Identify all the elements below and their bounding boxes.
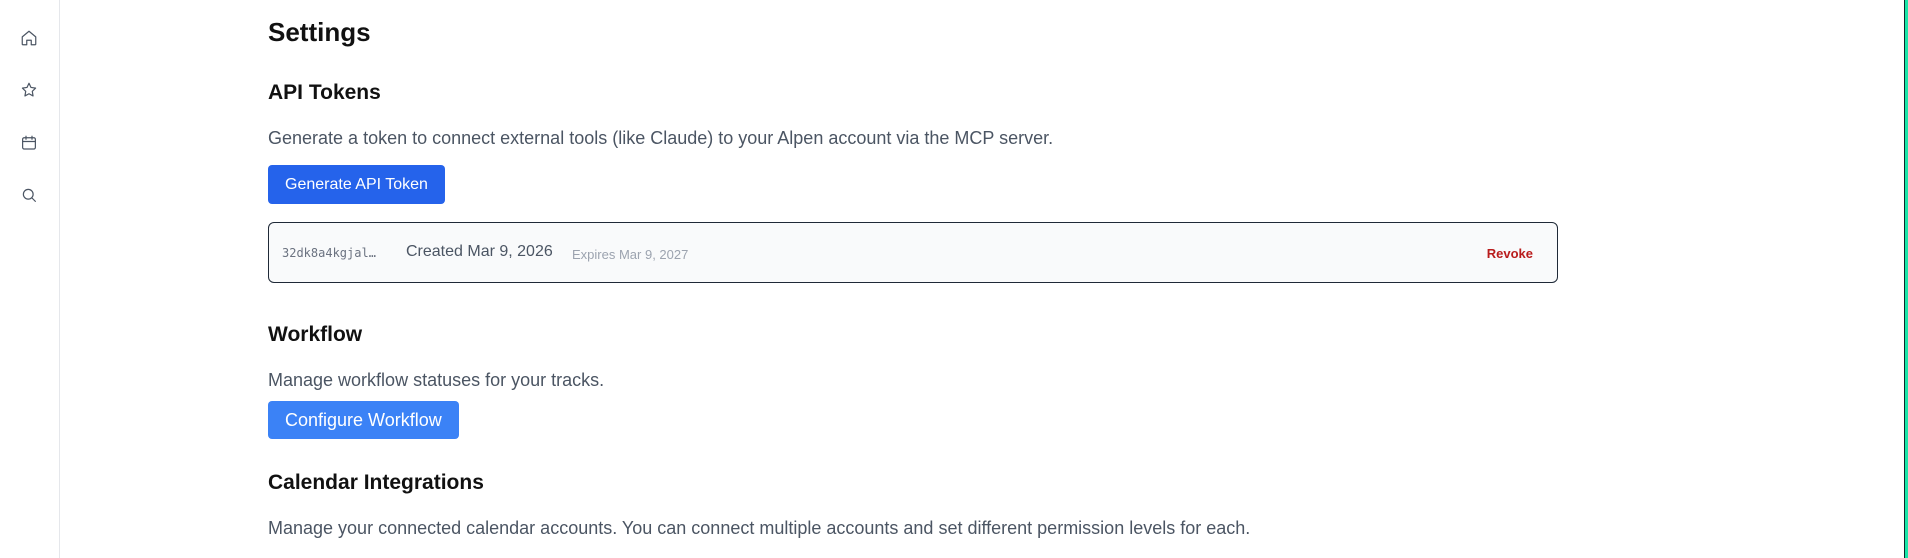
workflow-heading: Workflow [268, 323, 363, 346]
search-icon[interactable] [20, 186, 38, 204]
api-token-row: 32dk8a4kgjal… Created Mar 9, 2026 Expire… [268, 222, 1558, 283]
home-icon[interactable] [20, 29, 38, 47]
window-edge-accent [1904, 0, 1908, 558]
app-window: Settings API Tokens Generate a token to … [0, 0, 1908, 558]
token-id: 32dk8a4kgjal… [282, 246, 376, 260]
api-tokens-description: Generate a token to connect external too… [268, 128, 1054, 148]
workflow-description: Manage workflow statuses for your tracks… [268, 370, 605, 390]
sidebar [0, 0, 60, 558]
star-icon[interactable] [20, 81, 38, 99]
calendar-integrations-description: Manage your connected calendar accounts.… [268, 518, 1251, 538]
page-title: Settings [268, 17, 371, 47]
generate-api-token-button[interactable]: Generate API Token [268, 165, 445, 204]
api-tokens-heading: API Tokens [268, 81, 381, 104]
revoke-token-button[interactable]: Revoke [1487, 246, 1533, 261]
token-created-date: Created Mar 9, 2026 [406, 243, 553, 260]
token-expiry-date: Expires Mar 9, 2027 [572, 247, 689, 262]
calendar-icon[interactable] [20, 134, 38, 152]
configure-workflow-button[interactable]: Configure Workflow [268, 401, 459, 439]
calendar-integrations-heading: Calendar Integrations [268, 471, 484, 494]
